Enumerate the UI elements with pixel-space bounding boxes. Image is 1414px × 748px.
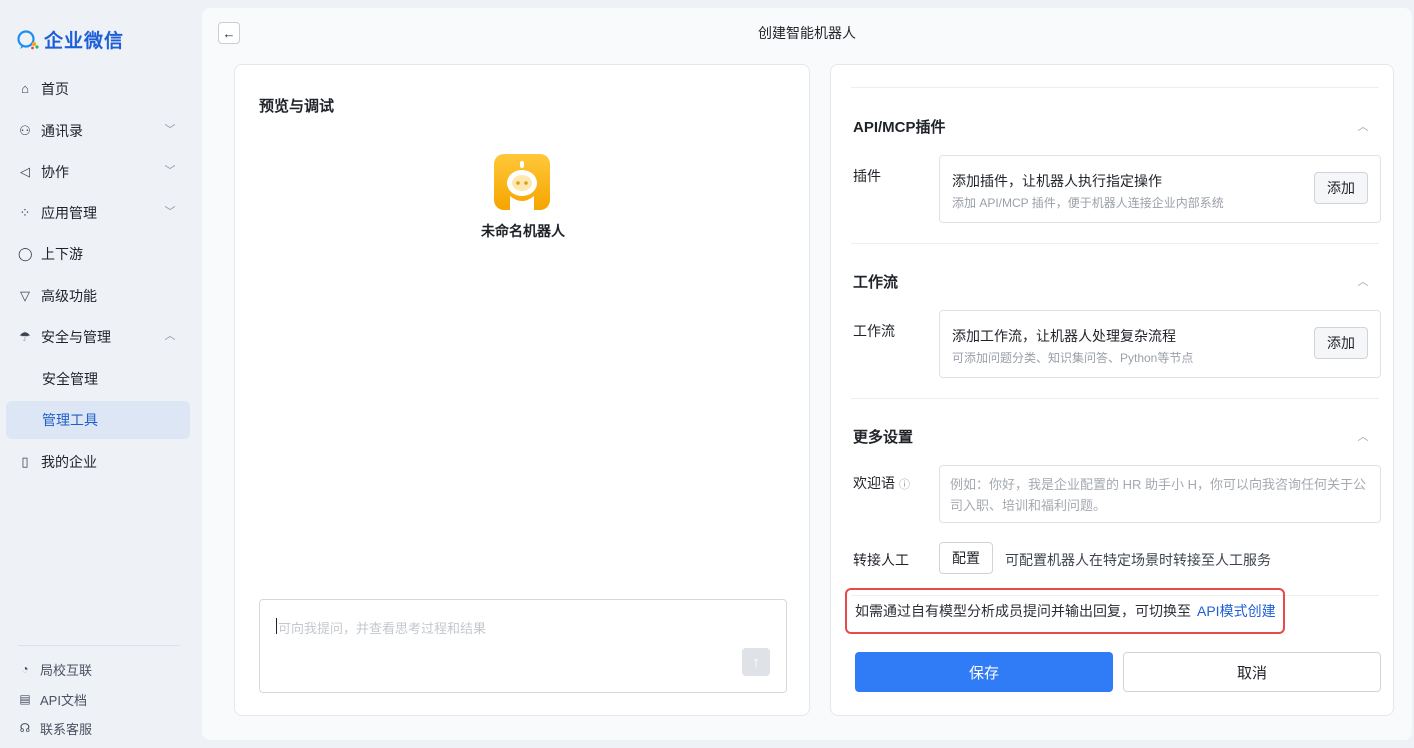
workflow-box: 添加工作流，让机器人处理复杂流程 可添加问题分类、知识集问答、Python等节点…	[939, 310, 1381, 378]
footer-label: 局校互联	[40, 662, 93, 678]
apps-icon: ⁘	[19, 205, 31, 220]
sidebar-item-home[interactable]: ⌂ 首页	[6, 70, 190, 108]
collab-icon: ◁	[20, 164, 30, 179]
triangle-icon: ▽	[20, 288, 30, 303]
link-icon: ◔	[21, 662, 29, 676]
sidebar-item-label: 我的企业	[41, 454, 97, 470]
footer-link-api-docs[interactable]: ▤ API文档	[18, 689, 87, 709]
sidebar-item-label: 安全与管理	[41, 329, 111, 345]
document-icon: ▤	[19, 692, 31, 706]
plugin-box: 添加插件，让机器人执行指定操作 添加 API/MCP 插件，便于机器人连接企业内…	[939, 155, 1381, 223]
sidebar-item-label: 应用管理	[41, 205, 97, 221]
building-icon: ▯	[21, 454, 29, 469]
logo-text: 企业微信	[44, 31, 125, 52]
footer-label: API文档	[40, 692, 87, 708]
sidebar-item-label: 协作	[41, 164, 69, 180]
sidebar-item-label: 管理工具	[42, 412, 98, 428]
welcome-message-input[interactable]: 例如：你好，我是企业配置的 HR 助手小 H，你可以向我咨询任何关于公司入职、培…	[939, 465, 1381, 523]
api-mode-notice: 如需通过自有模型分析成员提问并输出回复，可切换至 API模式创建	[845, 588, 1285, 634]
plugin-box-title: 添加插件，让机器人执行指定操作	[952, 173, 1162, 189]
divider	[851, 243, 1379, 244]
workflow-box-subtitle: 可添加问题分类、知识集问答、Python等节点	[952, 351, 1194, 365]
preview-panel: 预览与调试 未命名机器人 可向我提问，并查看思考过程和结果 ↑	[234, 64, 810, 716]
add-plugin-button[interactable]: 添加	[1314, 172, 1368, 204]
footer-label: 联系客服	[40, 721, 93, 737]
robot-avatar[interactable]	[494, 154, 550, 210]
collapse-more-button[interactable]: ︿	[1357, 428, 1369, 443]
sidebar-item-my-company[interactable]: ▯ 我的企业	[6, 443, 190, 481]
preview-title: 预览与调试	[259, 98, 335, 115]
sidebar-item-security[interactable]: ☂ 安全与管理 ︿	[6, 318, 190, 356]
sidebar-item-management-tools[interactable]: 管理工具	[6, 401, 190, 439]
workflow-box-title: 添加工作流，让机器人处理复杂流程	[952, 328, 1176, 344]
divider	[851, 87, 1379, 88]
sidebar-item-collab[interactable]: ◁ 协作 ﹀	[6, 153, 190, 191]
main-content: ← 创建智能机器人 预览与调试 未命名机器人 可向我提问，并查看思考过程和结果 …	[202, 8, 1412, 740]
sidebar-item-security-manage[interactable]: 安全管理	[6, 360, 190, 398]
footer-link-support[interactable]: ☊ 联系客服	[18, 718, 92, 738]
sidebar-item-label: 安全管理	[42, 371, 98, 387]
page-title: 创建智能机器人	[758, 25, 856, 41]
sidebar-item-label: 高级功能	[41, 288, 97, 304]
notice-text: 如需通过自有模型分析成员提问并输出回复，可切换至	[855, 603, 1191, 619]
section-title-more-settings: 更多设置	[853, 429, 914, 446]
chat-bubble-icon: ◯	[18, 246, 33, 261]
umbrella-icon: ☂	[19, 329, 31, 344]
robot-name: 未命名机器人	[481, 223, 565, 239]
headset-icon: ☊	[19, 721, 31, 735]
welcome-label: 欢迎语 ⓘ	[853, 473, 910, 493]
configure-transfer-button[interactable]: 配置	[939, 542, 993, 574]
chat-input[interactable]: 可向我提问，并查看思考过程和结果 ↑	[259, 599, 787, 693]
logo[interactable]: 企业微信	[16, 26, 124, 53]
info-icon[interactable]: ⓘ	[899, 476, 910, 492]
cancel-button[interactable]: 取消	[1123, 652, 1381, 692]
api-mode-link[interactable]: API模式创建	[1197, 601, 1276, 621]
contacts-icon: ⚇	[19, 123, 31, 138]
chevron-up-icon: ︿	[164, 330, 176, 342]
transfer-label: 转接人工	[853, 552, 909, 568]
transfer-description: 可配置机器人在特定场景时转接至人工服务	[1005, 552, 1271, 568]
footer-link-school[interactable]: ◔ 局校互联	[18, 659, 92, 679]
sidebar-item-contacts[interactable]: ⚇ 通讯录 ﹀	[6, 112, 190, 150]
chevron-down-icon: ﹀	[164, 124, 176, 136]
sidebar-item-upstream[interactable]: ◯ 上下游	[6, 235, 190, 273]
sidebar-divider	[18, 645, 180, 646]
section-title-plugins: API/MCP插件	[853, 119, 946, 136]
workflow-label: 工作流	[853, 323, 895, 339]
add-workflow-button[interactable]: 添加	[1314, 327, 1368, 359]
text-cursor	[276, 618, 277, 634]
section-title-workflow: 工作流	[853, 274, 899, 291]
collapse-workflow-button[interactable]: ︿	[1357, 273, 1369, 288]
wecom-logo-icon	[17, 29, 39, 49]
chat-input-placeholder: 可向我提问，并查看思考过程和结果	[278, 621, 487, 636]
sidebar: 企业微信 ⌂ 首页 ⚇ 通讯录 ﹀ ◁ 协作 ﹀ ⁘ 应用管理 ﹀ ◯ 上下游 …	[0, 0, 200, 748]
plugin-box-subtitle: 添加 API/MCP 插件，便于机器人连接企业内部系统	[952, 196, 1224, 210]
chevron-down-icon: ﹀	[164, 165, 176, 177]
save-button[interactable]: 保存	[855, 652, 1113, 692]
plugin-label: 插件	[853, 168, 881, 184]
collapse-plugins-button[interactable]: ︿	[1357, 118, 1369, 133]
robot-icon	[507, 161, 537, 210]
settings-panel: API/MCP插件 ︿ 插件 添加插件，让机器人执行指定操作 添加 API/MC…	[830, 64, 1394, 716]
arrow-up-icon: ↑	[752, 653, 760, 671]
sidebar-item-label: 首页	[41, 81, 69, 97]
send-button[interactable]: ↑	[742, 648, 770, 676]
sidebar-item-advanced[interactable]: ▽ 高级功能	[6, 277, 190, 315]
sidebar-item-label: 上下游	[41, 246, 83, 262]
chevron-down-icon: ﹀	[164, 206, 176, 218]
sidebar-item-apps[interactable]: ⁘ 应用管理 ﹀	[6, 194, 190, 232]
sidebar-item-label: 通讯录	[41, 123, 83, 139]
divider	[851, 398, 1379, 399]
home-icon: ⌂	[21, 81, 29, 96]
welcome-label-text: 欢迎语	[853, 475, 895, 491]
